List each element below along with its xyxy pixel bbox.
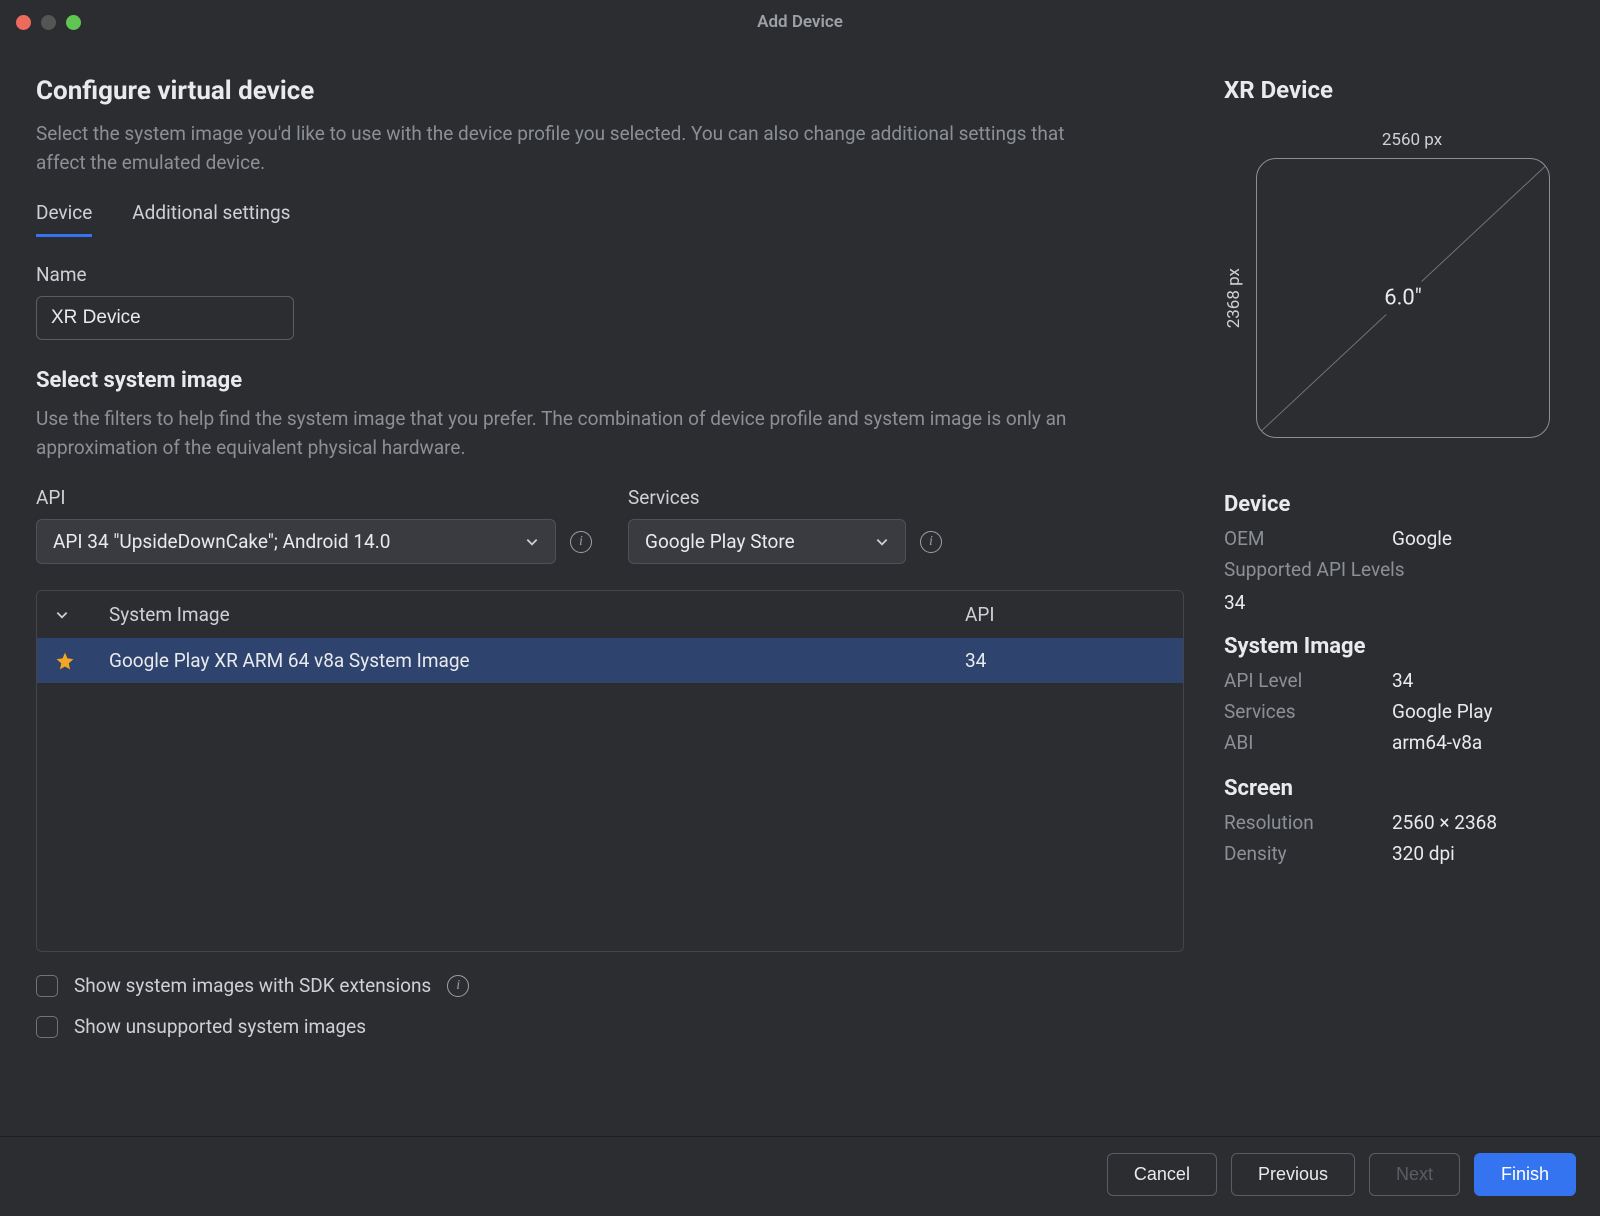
- api-level-value: 34: [1392, 669, 1413, 692]
- table-row[interactable]: Google Play XR ARM 64 v8a System Image 3…: [37, 638, 1183, 683]
- maximize-icon[interactable]: [66, 15, 81, 30]
- previous-button[interactable]: Previous: [1231, 1153, 1355, 1196]
- api-filter-value: API 34 "UpsideDownCake"; Android 14.0: [53, 530, 390, 553]
- api-filter-dropdown[interactable]: API 34 "UpsideDownCake"; Android 14.0: [36, 519, 556, 564]
- diagonal-size: 6.0": [1374, 282, 1432, 315]
- abi-label: ABI: [1224, 731, 1392, 754]
- chevron-down-icon: [525, 535, 539, 549]
- tab-device[interactable]: Device: [36, 201, 92, 237]
- show-unsupported-checkbox[interactable]: Show unsupported system images: [36, 1015, 1184, 1038]
- screen-section-title: Screen: [1224, 776, 1564, 801]
- show-sdk-extensions-checkbox[interactable]: Show system images with SDK extensions i: [36, 974, 1184, 997]
- column-system-image: System Image: [109, 603, 965, 626]
- resolution-label: Resolution: [1224, 811, 1392, 834]
- page-subtitle: Select the system image you'd like to us…: [36, 120, 1116, 177]
- sdk-ext-info-icon[interactable]: i: [447, 975, 469, 997]
- select-image-description: Use the filters to help find the system …: [36, 405, 1116, 462]
- column-api: API: [965, 603, 1165, 626]
- resolution-value: 2560 × 2368: [1392, 811, 1497, 834]
- api-filter-label: API: [36, 486, 592, 509]
- checkbox-icon: [36, 975, 58, 997]
- device-details-panel: XR Device 2560 px 2368 px 6.0" Device OE…: [1224, 76, 1564, 1136]
- services-filter-value: Google Play Store: [645, 530, 795, 553]
- chevron-down-icon: [875, 535, 889, 549]
- abi-value: arm64-v8a: [1392, 731, 1482, 754]
- density-value: 320 dpi: [1392, 842, 1455, 865]
- oem-label: OEM: [1224, 527, 1392, 550]
- row-api: 34: [965, 649, 1165, 672]
- cancel-button[interactable]: Cancel: [1107, 1153, 1217, 1196]
- minimize-icon: [41, 15, 56, 30]
- services-info-icon[interactable]: i: [920, 531, 942, 553]
- next-button: Next: [1369, 1153, 1460, 1196]
- checkbox-label: Show system images with SDK extensions: [74, 974, 431, 997]
- device-preview-title: XR Device: [1224, 76, 1564, 104]
- page-title: Configure virtual device: [36, 76, 1184, 106]
- api-level-label: API Level: [1224, 669, 1392, 692]
- screen-outline: 6.0": [1256, 158, 1550, 438]
- device-preview: 2560 px 2368 px 6.0": [1224, 122, 1564, 438]
- table-header: System Image API: [37, 591, 1183, 638]
- select-image-title: Select system image: [36, 368, 1184, 393]
- preview-height: 2368 px: [1224, 268, 1244, 328]
- checkbox-label: Show unsupported system images: [74, 1015, 366, 1038]
- services-filter-label: Services: [628, 486, 942, 509]
- api-levels-value: 34: [1224, 591, 1564, 614]
- name-label: Name: [36, 263, 1184, 286]
- row-image-name: Google Play XR ARM 64 v8a System Image: [109, 649, 965, 672]
- services-value: Google Play: [1392, 700, 1492, 723]
- system-image-table: System Image API Google Play XR ARM 64 v…: [36, 590, 1184, 952]
- services-label: Services: [1224, 700, 1392, 723]
- device-section-title: Device: [1224, 492, 1564, 517]
- finish-button[interactable]: Finish: [1474, 1153, 1576, 1196]
- services-filter-dropdown[interactable]: Google Play Store: [628, 519, 906, 564]
- tab-additional-settings[interactable]: Additional settings: [132, 201, 290, 237]
- oem-value: Google: [1392, 527, 1452, 550]
- chevron-down-icon[interactable]: [55, 608, 69, 622]
- api-levels-label: Supported API Levels: [1224, 558, 1405, 581]
- dialog-footer: Cancel Previous Next Finish: [0, 1136, 1600, 1216]
- system-image-section-title: System Image: [1224, 634, 1564, 659]
- close-icon[interactable]: [16, 15, 31, 30]
- checkbox-icon: [36, 1016, 58, 1038]
- titlebar: Add Device: [0, 0, 1600, 44]
- device-name-input[interactable]: [36, 296, 294, 340]
- density-label: Density: [1224, 842, 1392, 865]
- window-controls: [16, 15, 81, 30]
- star-icon: [55, 651, 75, 671]
- preview-width: 2560 px: [1260, 130, 1564, 150]
- api-info-icon[interactable]: i: [570, 531, 592, 553]
- window-title: Add Device: [757, 12, 843, 32]
- tab-bar: Device Additional settings: [36, 201, 1184, 237]
